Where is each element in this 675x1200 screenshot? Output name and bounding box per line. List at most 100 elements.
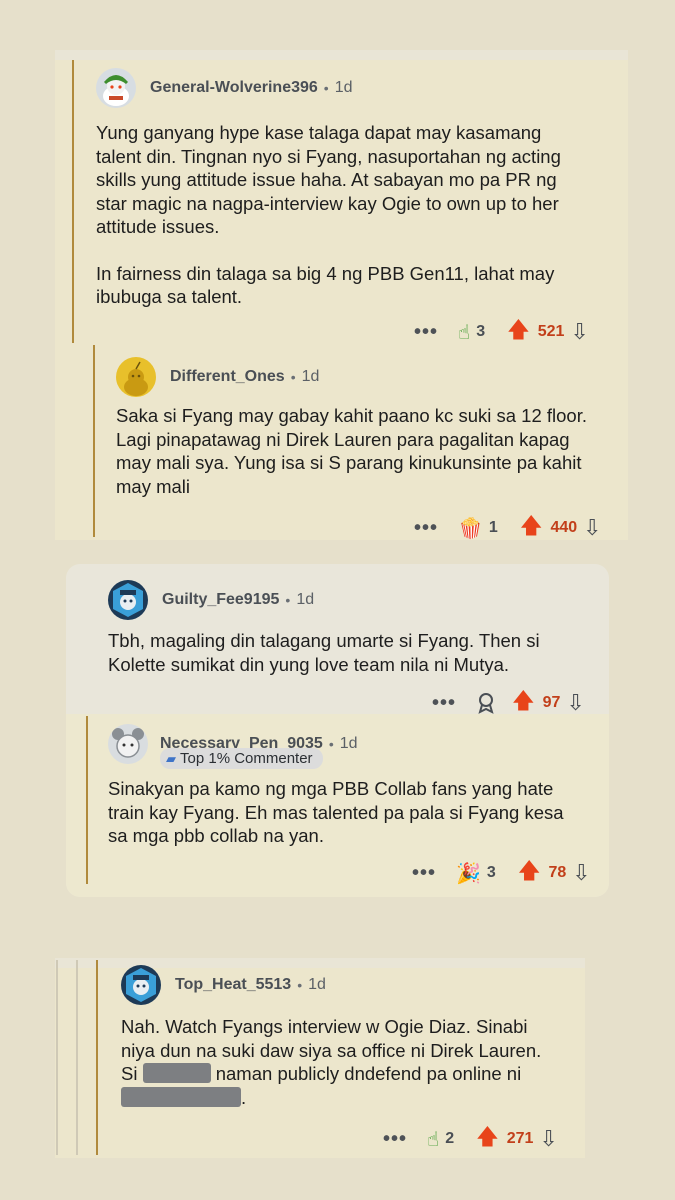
award-button[interactable]: ☝ 3 [458,320,485,345]
more-options-button[interactable]: ••• [414,321,438,344]
comment-line: Yung ganyang hype kase talaga dapat may … [96,122,542,143]
downvote-icon[interactable]: ⇩ [570,319,588,345]
upvote-icon[interactable]: 🡅 [507,313,530,351]
comment-text: Si [121,1063,138,1084]
separator-dot: • [297,977,303,993]
award-count: 3 [476,323,486,340]
comment: Guilty_Fee9195 • 1d Tbh, magaling din ta… [108,580,598,715]
comment-line: . [121,1086,541,1110]
comment-line: Si naman publicly dndefend pa online ni [121,1062,541,1086]
avatar[interactable] [116,357,156,397]
award-button[interactable]: 🍿 1 [458,516,498,541]
comment: General-Wolverine396 • 1d Yung ganyang h… [96,68,616,344]
comment-line: attitude issues. [96,216,220,237]
comment-line: may mali sya. Yung isa si S parang kinuk… [116,452,582,473]
separator-dot: • [285,592,291,608]
separator-dot: • [328,736,334,752]
award-ribbon-icon [478,693,494,714]
commenter-badge-icon: ▰ [166,751,176,766]
comment-body: Nah. Watch Fyangs interview w Ogie Diaz.… [121,1015,541,1109]
redacted-name [142,1063,211,1083]
comment-header: Different_Ones • 1d [116,357,319,397]
avatar[interactable] [108,724,148,764]
downvote-icon[interactable]: ⇩ [539,1126,557,1152]
award-button[interactable]: ☝ 2 [427,1127,454,1152]
comment-text: naman publicly dndefend pa online ni [215,1063,522,1084]
award-count: 2 [445,1130,455,1147]
badge-label: Top 1% Commenter [180,750,313,767]
downvote-icon[interactable]: ⇩ [583,515,601,541]
downvote-icon[interactable]: ⇩ [572,860,590,886]
comment-header: General-Wolverine396 • 1d [96,68,352,108]
upvote-icon[interactable]: 🡅 [476,1120,499,1158]
party-popper-award-icon: 🎉 [456,862,481,885]
vote-score: 97 [542,694,561,711]
upvote-icon[interactable]: 🡅 [520,509,543,547]
thread-line[interactable] [93,345,95,537]
thread-line[interactable] [76,960,78,1155]
comment-age: 1d [296,591,315,608]
comment-line: talent din. Tingnan nyo si Fyang, nasupo… [96,145,561,167]
comment-actions: ••• ☝ 3 🡅 521 ⇩ [414,313,589,351]
thread-line[interactable] [56,960,58,1155]
comment-age: 1d [301,368,320,385]
comment-line: Sinakyan pa kamo ng mga PBB Collab fans … [108,778,554,799]
more-options-button[interactable]: ••• [383,1128,407,1151]
thread-line[interactable] [96,960,98,1155]
username[interactable]: Different_Ones [170,368,285,386]
pointing-hand-award-icon: ☝ [427,1128,440,1151]
comment-text: . [241,1086,247,1108]
avatar[interactable] [96,68,136,108]
comment-header: Top_Heat_5513 • 1d [121,965,326,1005]
comment-line: Saka si Fyang may gabay kahit paano kc s… [116,405,587,426]
card-top-strip [55,50,628,60]
avatar[interactable] [108,580,148,620]
avatar[interactable] [121,965,161,1005]
redacted-name [121,1086,241,1107]
comment-age: 1d [308,976,326,993]
comment-line: niya dun na suki daw siya sa office ni D… [121,1039,542,1061]
comment-line: Lagi pinapatawag ni Direk Lauren para pa… [116,428,570,450]
comment-body: Yung ganyang hype kase talaga dapat may … [96,121,561,309]
comment-body: Tbh, magaling din talagang umarte si Fya… [108,629,540,676]
vote-score: 78 [548,864,567,881]
vote-score: 271 [506,1130,534,1147]
thread-line[interactable] [72,60,74,343]
comment-line: Kolette sumikat din yung love team nila … [108,653,510,675]
more-options-button[interactable]: ••• [432,692,456,715]
popcorn-award-icon: 🍿 [458,517,483,540]
separator-dot: • [323,80,329,96]
comment-line: sa mga pbb collab na yan. [108,825,324,846]
comment-header: Guilty_Fee9195 • 1d [108,580,314,620]
comment-line: In fairness din talaga sa big 4 ng PBB G… [96,262,555,284]
username[interactable]: Top_Heat_5513 [175,976,291,994]
comment-actions: ••• 🡅 97 ⇩ [432,684,585,722]
vote-score: 521 [537,323,565,340]
award-count: 1 [488,519,498,536]
comment-body: Saka si Fyang may gabay kahit paano kc s… [116,404,587,498]
comment-line: may mali [116,475,191,497]
comment-actions: ••• ☝ 2 🡅 271 ⇩ [383,1120,558,1158]
comment-body: Sinakyan pa kamo ng mga PBB Collab fans … [108,777,564,848]
comment-line: Nah. Watch Fyangs interview w Ogie Diaz.… [121,1016,528,1037]
separator-dot: • [290,369,296,385]
thread-line[interactable] [86,716,88,884]
award-button[interactable] [476,692,496,714]
more-options-button[interactable]: ••• [414,517,438,540]
username[interactable]: General-Wolverine396 [150,79,318,97]
pointing-hand-award-icon: ☝ [458,321,471,344]
comment-age: 1d [339,735,358,752]
comment-line: star magic na nagpa-interview kay Ogie t… [96,192,559,214]
upvote-icon[interactable]: 🡅 [512,684,535,722]
top-commenter-badge[interactable]: ▰ Top 1% Commenter [160,748,323,769]
award-button[interactable]: 🎉 3 [456,861,496,886]
downvote-icon[interactable]: ⇩ [566,690,584,716]
upvote-icon[interactable]: 🡅 [518,854,541,892]
comment-line: train kay Fyang. Eh mas talented pa pala… [108,801,564,823]
comment: Different_Ones • 1d Saka si Fyang may ga… [116,357,616,540]
more-options-button[interactable]: ••• [412,862,436,885]
username[interactable]: Guilty_Fee9195 [162,591,279,609]
comment-line: skills yung attitude issue haha. At saba… [96,169,557,190]
comment: Necessary_Pen_9035 • 1d ▰ Top 1% Commente… [108,724,598,885]
comment-actions: ••• 🎉 3 🡅 78 ⇩ [412,854,591,892]
